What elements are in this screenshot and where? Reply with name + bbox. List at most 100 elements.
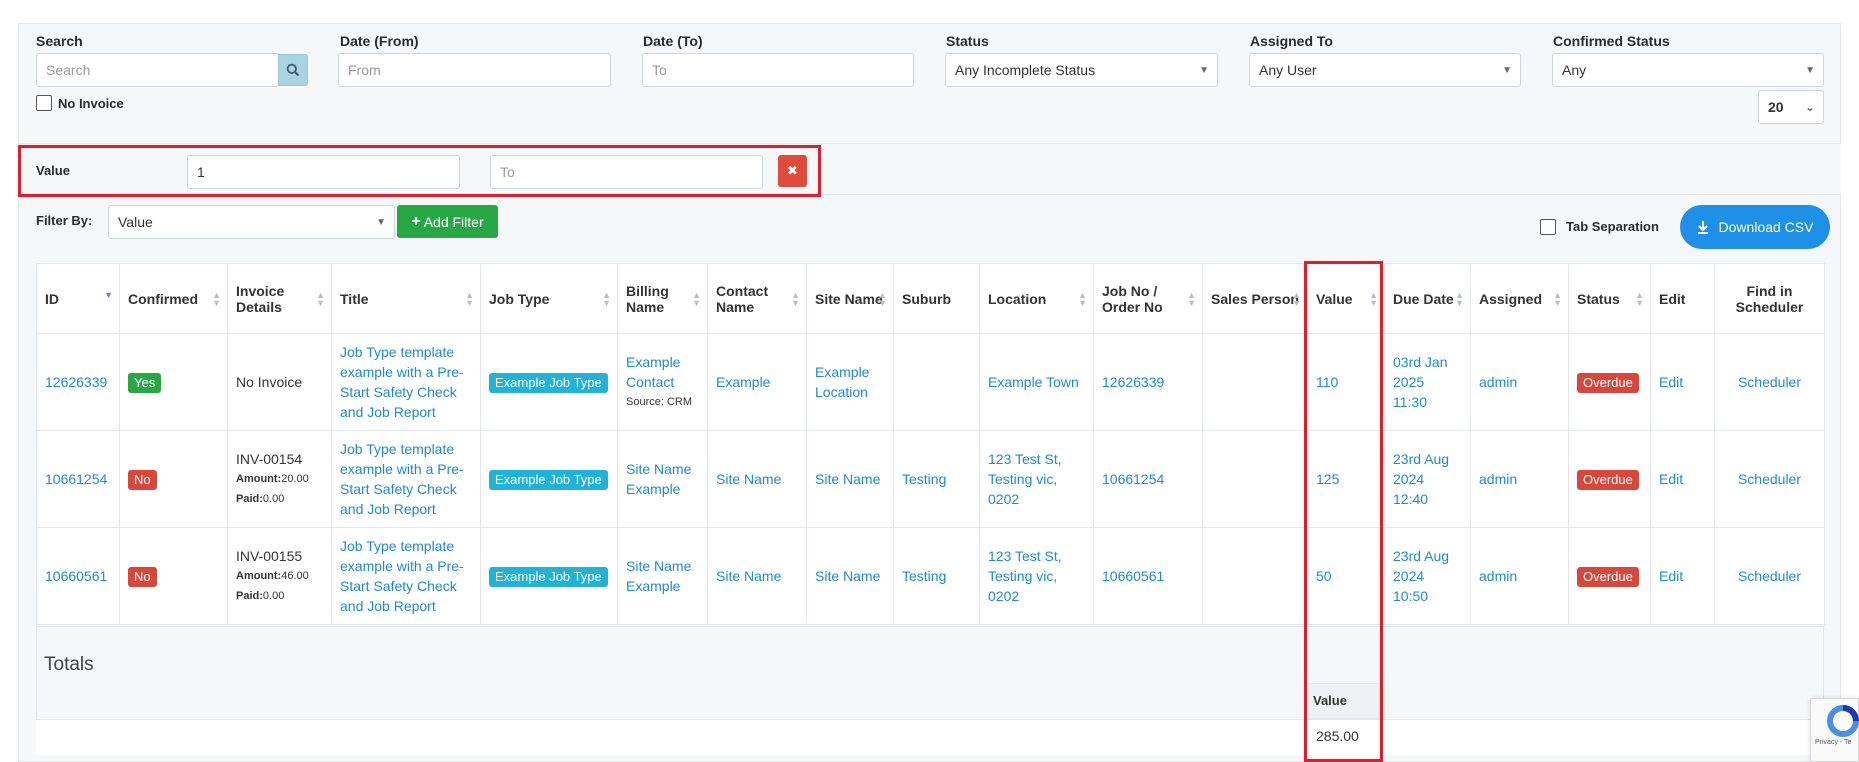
job-no-link[interactable]: 12626339 [1102, 374, 1164, 390]
recaptcha-text: Privacy - Te [1815, 739, 1852, 746]
scheduler-link[interactable]: Scheduler [1738, 471, 1801, 487]
search-button[interactable] [278, 54, 308, 86]
edit-link[interactable]: Edit [1659, 471, 1683, 487]
site-name-link[interactable]: Site Name [815, 471, 880, 487]
invoice-paid: Paid:0.00 [236, 590, 285, 602]
status-badge: Overdue [1577, 469, 1639, 490]
suburb-link[interactable]: Testing [902, 471, 946, 487]
column-header-sales-person[interactable]: Sales Person ▲ ▼ [1202, 263, 1308, 334]
job-id-link[interactable]: 12626339 [45, 374, 107, 390]
site-name-link[interactable]: Example Location [815, 364, 869, 400]
suburb-link[interactable]: Testing [902, 568, 946, 584]
search-input[interactable]: Search [36, 53, 279, 87]
assigned-to-select[interactable]: Any User ▼ [1249, 53, 1521, 87]
assigned-link[interactable]: admin [1479, 374, 1517, 390]
column-header-suburb[interactable]: Suburb [893, 263, 980, 334]
assigned-link[interactable]: admin [1479, 568, 1517, 584]
date-from-label: Date (From) [340, 33, 419, 49]
column-header-invoice-details[interactable]: Invoice Details ▲ ▼ [227, 263, 332, 334]
column-header-confirmed[interactable]: Confirmed ▲ ▼ [119, 263, 228, 334]
edit-link[interactable]: Edit [1659, 374, 1683, 390]
highlight-value-column [1304, 261, 1383, 762]
sort-icon: ▲ ▼ [316, 290, 325, 308]
due-date-link[interactable]: 23rd Aug 2024 12:40 [1393, 451, 1449, 507]
job-title-link[interactable]: Job Type template example with a Pre-Sta… [340, 441, 464, 517]
filter-by-select[interactable]: Value ▼ [108, 205, 395, 239]
scheduler-link[interactable]: Scheduler [1738, 568, 1801, 584]
contact-name-link[interactable]: Site Name [716, 568, 781, 584]
contact-name-link[interactable]: Site Name [716, 471, 781, 487]
column-header-billing-name[interactable]: Billing Name ▲ ▼ [617, 263, 708, 334]
column-header-due-date[interactable]: Due Date ▲ ▼ [1384, 263, 1471, 334]
job-no-link[interactable]: 10660561 [1102, 568, 1164, 584]
sort-icon: ▲ ▼ [1187, 290, 1196, 308]
billing-name-link[interactable]: Site Name Example [626, 461, 691, 497]
page-size-value: 20 [1768, 99, 1784, 115]
sort-icon: ▲ ▼ [1292, 290, 1301, 308]
due-date-link[interactable]: 23rd Aug 2024 10:50 [1393, 548, 1449, 604]
scheduler-link[interactable]: Scheduler [1738, 374, 1801, 390]
status-badge: Overdue [1577, 372, 1639, 393]
column-header-find-in-scheduler: Find in Scheduler [1714, 263, 1825, 334]
column-header-job-no[interactable]: Job No / Order No ▲ ▼ [1093, 263, 1203, 334]
site-name-link[interactable]: Site Name [815, 568, 880, 584]
column-header-edit: Edit [1650, 263, 1715, 334]
page-size-select[interactable]: 20 ⌄ [1758, 90, 1824, 124]
assigned-to-label: Assigned To [1250, 33, 1333, 49]
job-id-link[interactable]: 10660561 [45, 568, 107, 584]
download-csv-button[interactable]: Download CSV [1680, 205, 1830, 249]
status-badge: Overdue [1577, 566, 1639, 587]
filter-by-label: Filter By: [36, 213, 93, 228]
sort-icon: ▲ ▼ [465, 290, 474, 308]
job-id-link[interactable]: 10661254 [45, 471, 107, 487]
column-header-title[interactable]: Title ▲ ▼ [331, 263, 481, 334]
no-invoice-checkbox[interactable] [36, 95, 52, 111]
location-link[interactable]: Example Town [988, 374, 1079, 390]
column-header-id[interactable]: ID ▼ [36, 263, 120, 334]
sort-icon: ▲ ▼ [692, 290, 701, 308]
billing-name-link[interactable]: Site Name Example [626, 558, 691, 594]
edit-link[interactable]: Edit [1659, 568, 1683, 584]
table-row: 10661254 No INV-00154 Amount:20.00 Paid:0.… [36, 430, 1825, 528]
column-header-job-type[interactable]: Job Type ▲ ▼ [480, 263, 618, 334]
sort-icon: ▼ [104, 290, 113, 300]
location-link[interactable]: 123 Test St, Testing vic, 0202 [988, 451, 1062, 507]
recaptcha-badge[interactable]: Privacy - Te [1810, 698, 1859, 762]
billing-name-link[interactable]: Example Contact [626, 354, 680, 390]
date-from-input[interactable]: From [338, 53, 611, 87]
location-link[interactable]: 123 Test St, Testing vic, 0202 [988, 548, 1062, 604]
job-type-badge: Example Job Type [489, 469, 608, 490]
add-filter-label: Add Filter [423, 213, 484, 230]
tab-separation-checkbox[interactable] [1540, 219, 1556, 235]
confirmed-badge: No [128, 469, 157, 490]
date-to-label: Date (To) [643, 33, 703, 49]
column-header-location[interactable]: Location ▲ ▼ [979, 263, 1094, 334]
confirmed-status-select[interactable]: Any ▼ [1552, 53, 1824, 87]
add-filter-button[interactable]: + Add Filter [397, 205, 498, 238]
assigned-link[interactable]: admin [1479, 471, 1517, 487]
column-header-assigned[interactable]: Assigned ▲ ▼ [1470, 263, 1569, 334]
download-icon [1697, 221, 1708, 234]
contact-name-link[interactable]: Example [716, 374, 770, 390]
caret-down-icon: ▼ [376, 217, 386, 228]
invoice-paid: Paid:0.00 [236, 493, 285, 505]
column-header-contact-name[interactable]: Contact Name ▲ ▼ [707, 263, 807, 334]
job-type-badge: Example Job Type [489, 372, 608, 393]
job-no-link[interactable]: 10661254 [1102, 471, 1164, 487]
download-csv-label: Download CSV [1718, 219, 1814, 235]
caret-down-icon: ▼ [1502, 65, 1512, 76]
totals-row [36, 719, 1824, 755]
confirmed-status-select-value: Any [1562, 62, 1587, 78]
column-header-status[interactable]: Status ▲ ▼ [1568, 263, 1651, 334]
job-title-link[interactable]: Job Type template example with a Pre-Sta… [340, 344, 464, 420]
invoice-amount: Amount:46.00 [236, 570, 309, 582]
caret-down-icon: ▼ [1805, 65, 1815, 76]
search-icon [286, 63, 300, 77]
date-to-input[interactable]: To [642, 53, 914, 87]
job-title-link[interactable]: Job Type template example with a Pre-Sta… [340, 538, 464, 614]
status-select[interactable]: Any Incomplete Status ▼ [945, 53, 1218, 87]
column-header-site-name[interactable]: Site Name ▲ ▼ [806, 263, 894, 334]
sort-icon: ▲ ▼ [1635, 290, 1644, 308]
due-date-link[interactable]: 03rd Jan 2025 11:30 [1393, 354, 1447, 410]
plus-icon: + [411, 212, 421, 230]
